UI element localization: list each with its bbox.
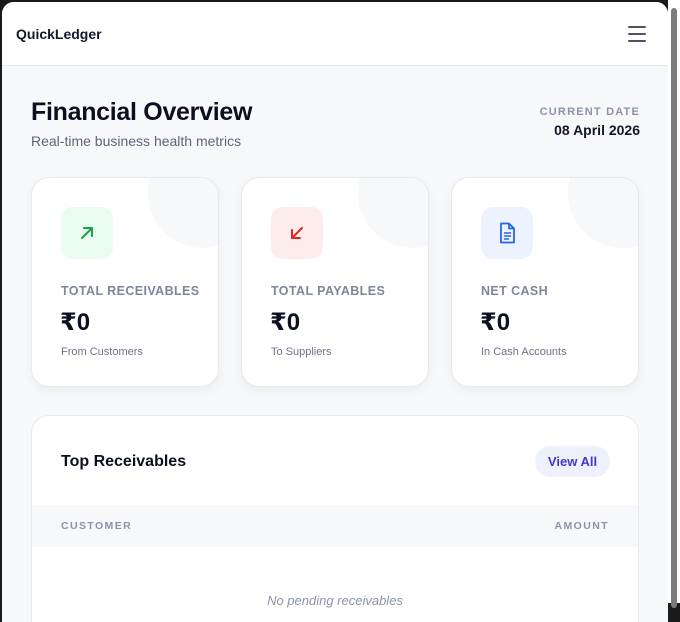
- arrow-down-left-icon: [271, 207, 323, 259]
- current-date-label: CURRENT DATE: [539, 106, 640, 118]
- card-value: ₹0: [270, 309, 301, 336]
- top-receivables-panel: Top Receivables View All CUSTOMER AMOUNT…: [31, 415, 639, 622]
- card-total-payables: TOTAL PAYABLES ₹0 To Suppliers: [241, 177, 429, 387]
- brand-name[interactable]: QuickLedger: [16, 26, 102, 42]
- card-value: ₹0: [480, 309, 511, 336]
- card-caption: To Suppliers: [271, 346, 332, 358]
- top-bar: QuickLedger: [2, 2, 668, 66]
- card-value: ₹0: [60, 309, 91, 336]
- card-caption: In Cash Accounts: [481, 346, 567, 358]
- card-label: TOTAL RECEIVABLES: [61, 284, 200, 298]
- card-net-cash: NET CASH ₹0 In Cash Accounts: [451, 177, 639, 387]
- column-amount[interactable]: AMOUNT: [555, 520, 609, 532]
- scrollbar[interactable]: [668, 0, 680, 608]
- panel-title: Top Receivables: [61, 453, 187, 470]
- document-icon: [481, 207, 533, 259]
- current-date: CURRENT DATE 08 April 2026: [540, 106, 640, 138]
- page-header: Financial Overview Real-time business he…: [31, 98, 640, 149]
- scrollbar-thumb[interactable]: [671, 8, 677, 608]
- card-caption: From Customers: [61, 346, 143, 358]
- card-total-receivables: TOTAL RECEIVABLES ₹0 From Customers: [31, 177, 219, 387]
- card-label: NET CASH: [481, 284, 549, 298]
- view-all-button[interactable]: View All: [535, 446, 610, 477]
- table-header: CUSTOMER AMOUNT: [32, 505, 638, 547]
- metric-cards: TOTAL RECEIVABLES ₹0 From Customers TOTA…: [31, 177, 639, 387]
- hamburger-menu-icon[interactable]: [628, 25, 646, 42]
- app-window: QuickLedger Financial Overview Real-time…: [2, 2, 668, 622]
- current-date-value: 08 April 2026: [554, 122, 640, 138]
- card-label: TOTAL PAYABLES: [271, 284, 386, 298]
- column-customer[interactable]: CUSTOMER: [61, 520, 132, 532]
- arrow-up-right-icon: [61, 207, 113, 259]
- empty-state-text: No pending receivables: [267, 593, 403, 608]
